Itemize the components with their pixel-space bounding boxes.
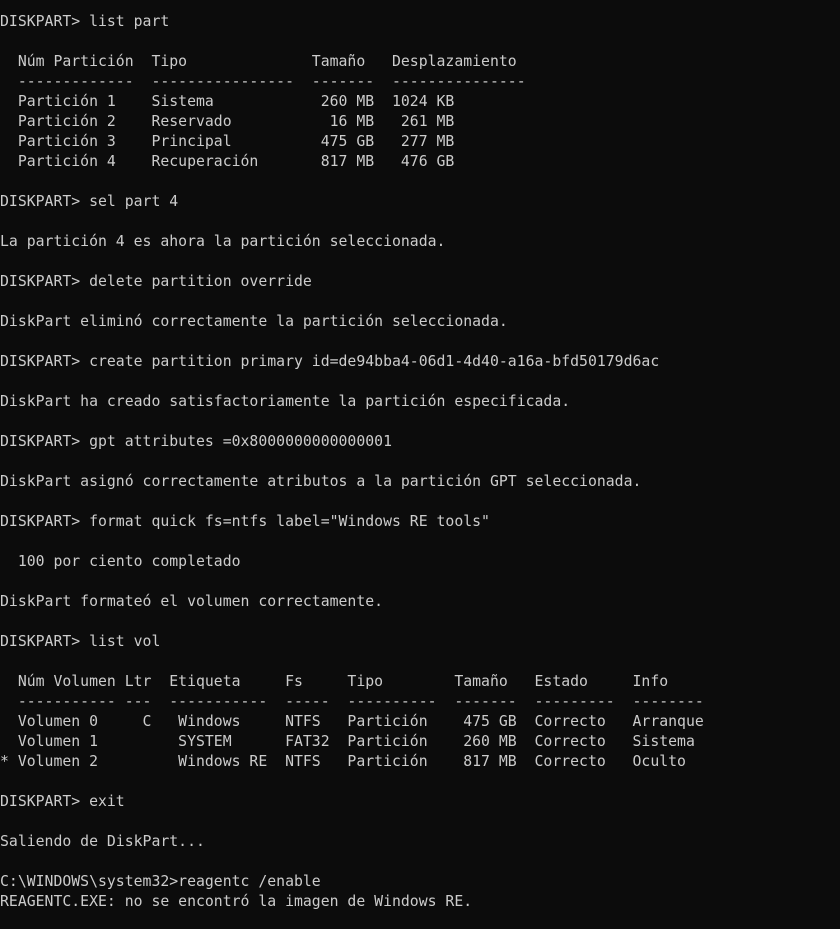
console-line: DISKPART> format quick fs=ntfs label="Wi… [0, 513, 490, 530]
console-line: Núm Volumen Ltr Etiqueta Fs Tipo Tamaño … [0, 673, 669, 690]
console-line: DISKPART> sel part 4 [0, 193, 179, 210]
console-line: Partición 4 Recuperación 817 MB 476 GB [0, 153, 455, 170]
console-line: DISKPART> list part [0, 13, 170, 30]
console-line: Partición 3 Principal 475 GB 277 MB [0, 133, 455, 150]
console-line: La partición 4 es ahora la partición sel… [0, 233, 446, 250]
console-line: DISKPART> gpt attributes =0x800000000000… [0, 433, 392, 450]
console-line: * Volumen 2 Windows RE NTFS Partición 81… [0, 753, 686, 770]
console-line: Saliendo de DiskPart... [0, 833, 205, 850]
console-line: DISKPART> create partition primary id=de… [0, 353, 660, 370]
console-line: ----------- --- ----------- ----- ------… [0, 693, 704, 710]
console-output[interactable]: DISKPART> list part Núm Partición Tipo T… [0, 0, 840, 929]
console-line: C:\WINDOWS\system32>reagentc /enable [0, 873, 321, 890]
console-line: Volumen 0 C Windows NTFS Partición 475 G… [0, 713, 704, 730]
console-line: DiskPart ha creado satisfactoriamente la… [0, 393, 571, 410]
console-line: 100 por ciento completado [0, 553, 241, 570]
console-line: DISKPART> delete partition override [0, 273, 312, 290]
console-line: DISKPART> list vol [0, 633, 161, 650]
console-line: Partición 2 Reservado 16 MB 261 MB [0, 113, 455, 130]
console-line: Volumen 1 SYSTEM FAT32 Partición 260 MB … [0, 733, 695, 750]
console-line: DiskPart eliminó correctamente la partic… [0, 313, 508, 330]
console-line: DiskPart asignó correctamente atributos … [0, 473, 642, 490]
console-line: DISKPART> exit [0, 793, 125, 810]
console-line: REAGENTC.EXE: no se encontró la imagen d… [0, 893, 473, 910]
console-line: DiskPart formateó el volumen correctamen… [0, 593, 384, 610]
console-line: Partición 1 Sistema 260 MB 1024 KB [0, 93, 455, 110]
console-line: Núm Partición Tipo Tamaño Desplazamiento [0, 53, 517, 70]
console-line: ------------- ---------------- ------- -… [0, 73, 526, 90]
